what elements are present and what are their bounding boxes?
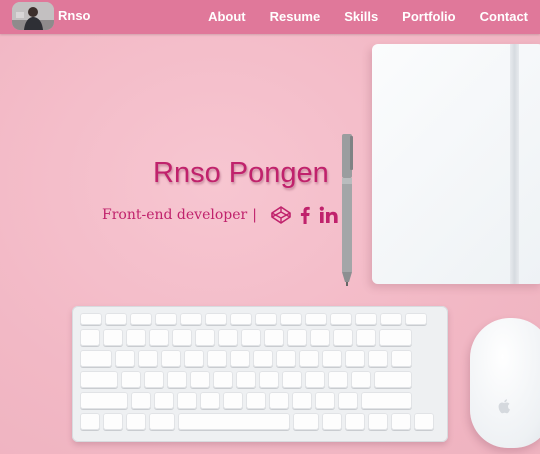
nav-menu: About Resume Skills Portfolio Contact [196,0,540,34]
mouse-image [470,318,540,448]
avatar[interactable] [12,2,54,30]
nav-link-portfolio[interactable]: Portfolio [390,0,467,34]
separator: | [252,207,257,223]
navbar: Rnso About Resume Skills Portfolio Conta… [0,0,540,34]
hero-name: Rnso Pongen [153,157,329,189]
brand-name[interactable]: Rnso [58,8,91,23]
pen-image [342,134,353,286]
apple-logo-icon [498,399,510,414]
nav-link-about[interactable]: About [196,0,258,34]
notebook-elastic-band [510,44,519,284]
linkedin-icon[interactable] [319,206,339,224]
hero-subtitle: Front-end developer [102,207,248,223]
notebook-image [372,44,540,284]
nav-link-resume[interactable]: Resume [258,0,333,34]
facebook-icon[interactable] [299,206,311,224]
keyboard-image [72,306,448,442]
nav-link-contact[interactable]: Contact [468,0,540,34]
codepen-icon[interactable] [271,206,291,224]
nav-link-skills[interactable]: Skills [332,0,390,34]
profile-photo [12,2,54,30]
hero-subtitle-row: Front-end developer | [102,206,339,224]
